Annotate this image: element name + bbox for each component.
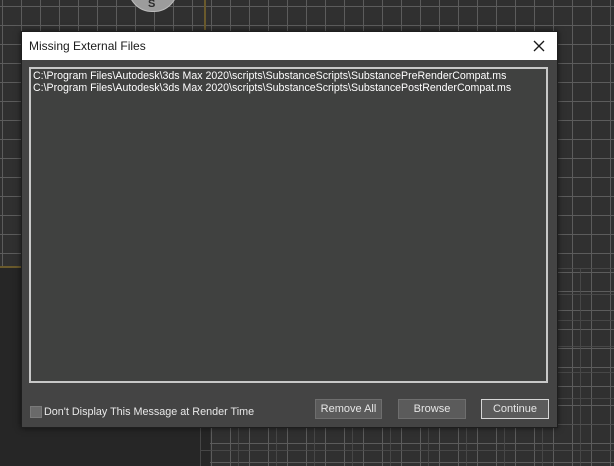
viewport-axis-vertical (204, 0, 206, 30)
missing-files-list[interactable]: C:\Program Files\Autodesk\3ds Max 2020\s… (29, 67, 548, 383)
missing-external-files-dialog: Missing External Files C:\Program Files\… (21, 31, 558, 428)
dont-display-option[interactable]: Don't Display This Message at Render Tim… (30, 405, 254, 419)
close-icon (533, 40, 545, 52)
dialog-title: Missing External Files (29, 39, 146, 53)
browse-button[interactable]: Browse (398, 399, 466, 419)
list-item[interactable]: C:\Program Files\Autodesk\3ds Max 2020\s… (33, 82, 546, 94)
dont-display-checkbox-label[interactable]: Don't Display This Message at Render Tim… (44, 406, 254, 418)
viewport-axis-horizontal (0, 266, 22, 268)
continue-button[interactable]: Continue (481, 399, 549, 419)
close-button[interactable] (525, 34, 553, 58)
viewcube-gizmo-label: S (148, 0, 156, 10)
dont-display-checkbox[interactable] (30, 406, 42, 418)
dialog-titlebar[interactable]: Missing External Files (22, 32, 557, 60)
remove-all-button[interactable]: Remove All (315, 399, 382, 419)
list-item[interactable]: C:\Program Files\Autodesk\3ds Max 2020\s… (33, 70, 546, 82)
